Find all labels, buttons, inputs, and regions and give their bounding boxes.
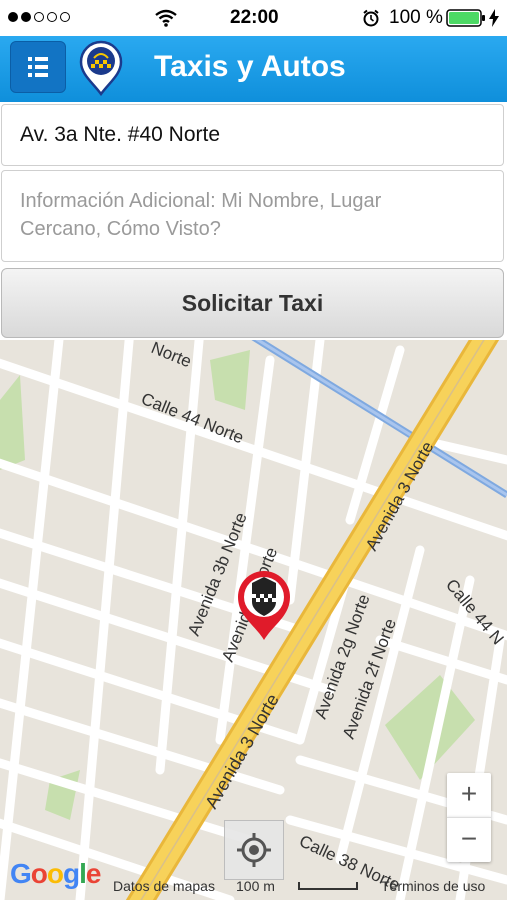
menu-button[interactable] [10,41,66,93]
alarm-icon [363,9,379,27]
map-view[interactable]: Norte Calle 44 Norte Avenida 3 Norte Ave… [0,340,507,900]
list-icon [28,57,48,77]
signal-dot [60,12,70,22]
address-input[interactable]: Av. 3a Nte. #40 Norte [1,104,504,166]
signal-dot [47,12,57,22]
wifi-icon [155,9,177,27]
clock: 22:00 [230,7,279,28]
zoom-in-button[interactable]: + [447,773,491,817]
additional-info-field[interactable]: Información Adicional: Mi Nombre, Lugar … [1,170,504,262]
crosshair-icon [237,833,271,867]
signal-dot [21,12,31,22]
my-location-button[interactable] [224,820,284,880]
battery-icon [446,9,485,27]
page-title: Taxis y Autos [154,50,346,83]
map-scale-bar [298,882,358,890]
signal-strength [8,12,70,22]
terms-link[interactable]: Términos de uso [381,878,485,894]
map-data-text: Datos de mapas [113,878,215,894]
zoom-out-button[interactable]: − [447,817,491,862]
signal-dot [34,12,44,22]
request-taxi-button[interactable]: Solicitar Taxi [1,268,504,338]
additional-info-placeholder-line: Información Adicional: Mi Nombre, Lugar [20,190,382,212]
app-header: Taxis y Autos [0,36,507,102]
signal-dot [8,12,18,22]
map-scale-label: 100 m [236,878,275,894]
taxi-pin-logo-icon [79,40,123,96]
additional-info-placeholder-line: Cercano, Cómo Visto? [20,218,221,240]
battery-percent: 100 % [389,7,443,28]
google-logo: Google [10,858,101,889]
status-bar: 22:00 100 % [0,0,507,36]
charging-icon [489,9,499,27]
street-map: Norte Calle 44 Norte Avenida 3 Norte Ave… [0,340,507,900]
